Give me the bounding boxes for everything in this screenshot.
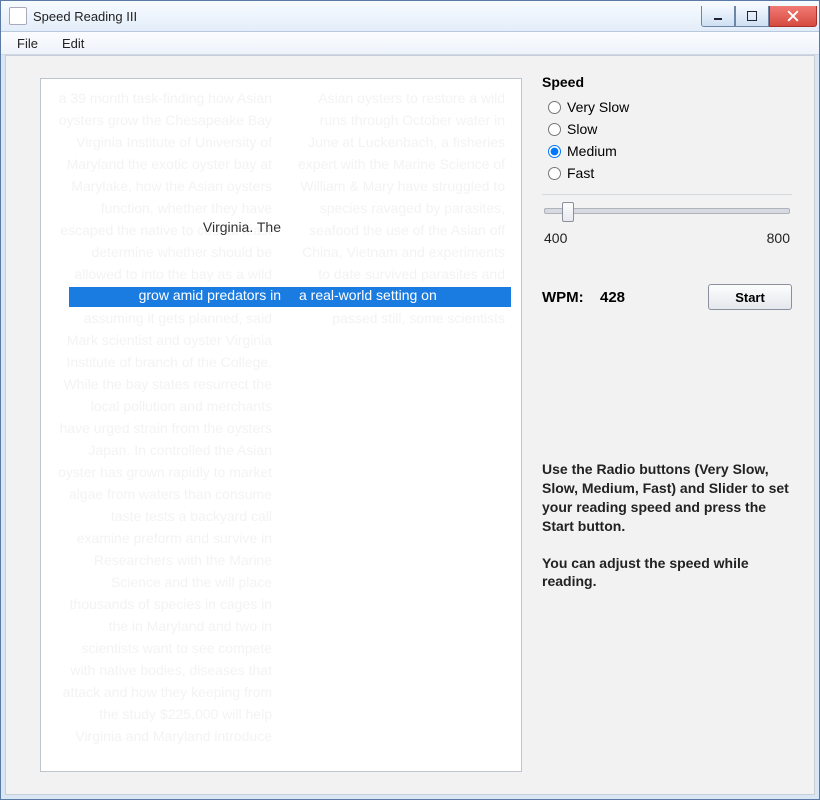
client-area: a 39 month task-finding how Asian oyster… [5, 55, 815, 795]
controls-panel: Speed Very Slow Slow Medium [536, 56, 814, 794]
speed-radio-slow[interactable] [548, 123, 561, 136]
speed-option-label: Slow [567, 121, 597, 137]
start-button[interactable]: Start [708, 284, 792, 310]
speed-option-slow[interactable]: Slow [542, 118, 792, 140]
speed-option-very-slow[interactable]: Very Slow [542, 96, 792, 118]
reading-highlight-text: grow amid predators in a real-world sett… [69, 287, 511, 307]
reading-focus-line: Virginia. The [71, 219, 281, 235]
maximize-button[interactable] [735, 6, 769, 27]
window-title: Speed Reading III [33, 9, 701, 24]
speed-option-label: Medium [567, 143, 617, 159]
speed-option-medium[interactable]: Medium [542, 140, 792, 162]
speed-radio-medium[interactable] [548, 145, 561, 158]
speed-option-label: Fast [567, 165, 594, 181]
separator [542, 194, 792, 196]
wpm-label: WPM: [542, 289, 592, 306]
wpm-value: 428 [600, 289, 700, 306]
reading-faded-text: a 39 month task-finding how Asian oyster… [41, 79, 521, 771]
app-window: Speed Reading III File Edit a 39 month t… [0, 0, 820, 800]
instructions-line-2: You can adjust the speed while reading. [542, 554, 792, 592]
slider-thumb[interactable] [562, 202, 574, 222]
highlight-left: grow amid predators in [69, 287, 295, 307]
slider-min-label: 400 [544, 230, 567, 246]
highlight-right: a real-world setting on [295, 287, 511, 307]
speed-radio-fast[interactable] [548, 167, 561, 180]
speed-slider[interactable]: 400 800 [542, 208, 792, 250]
menu-file[interactable]: File [7, 34, 48, 53]
slider-max-label: 800 [767, 230, 790, 246]
speed-radios: Very Slow Slow Medium Fast [542, 96, 792, 184]
app-icon [9, 7, 27, 25]
speed-radio-very-slow[interactable] [548, 101, 561, 114]
window-controls [701, 6, 819, 27]
speed-option-fast[interactable]: Fast [542, 162, 792, 184]
reading-pane: a 39 month task-finding how Asian oyster… [40, 78, 522, 772]
titlebar: Speed Reading III [1, 1, 819, 32]
instructions-line-1: Use the Radio buttons (Very Slow, Slow, … [542, 460, 792, 536]
instructions: Use the Radio buttons (Very Slow, Slow, … [542, 460, 792, 609]
speed-label: Speed [542, 74, 792, 90]
menu-edit[interactable]: Edit [52, 34, 94, 53]
minimize-button[interactable] [701, 6, 735, 27]
menubar: File Edit [1, 32, 819, 55]
speed-option-label: Very Slow [567, 99, 629, 115]
close-button[interactable] [769, 6, 817, 27]
